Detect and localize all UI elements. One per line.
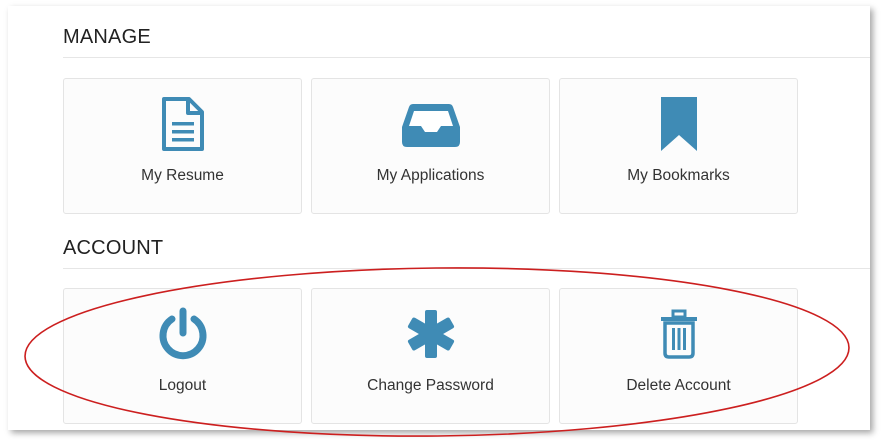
logout-tile[interactable]: Logout	[63, 288, 302, 424]
account-section-divider	[63, 268, 870, 269]
my-resume-tile[interactable]: My Resume	[63, 78, 302, 214]
account-section-title: ACCOUNT	[63, 237, 164, 259]
account-tiles: Logout Change Password Delete Account	[63, 288, 798, 424]
change-password-tile[interactable]: Change Password	[311, 288, 550, 424]
delete-account-label: Delete Account	[626, 377, 731, 394]
document-icon	[151, 95, 215, 153]
logout-label: Logout	[158, 377, 207, 394]
trash-icon	[647, 305, 711, 363]
my-resume-label: My Resume	[141, 167, 224, 184]
inbox-tray-icon	[399, 95, 463, 153]
power-icon	[151, 305, 215, 363]
my-applications-label: My Applications	[376, 167, 485, 184]
screenshot-frame: MANAGE My Resume My Applications My Book…	[0, 0, 885, 440]
my-bookmarks-label: My Bookmarks	[627, 167, 730, 184]
delete-account-tile[interactable]: Delete Account	[559, 288, 798, 424]
my-bookmarks-tile[interactable]: My Bookmarks	[559, 78, 798, 214]
asterisk-icon	[399, 305, 463, 363]
manage-tiles: My Resume My Applications My Bookmarks	[63, 78, 798, 214]
change-password-label: Change Password	[367, 377, 494, 394]
my-applications-tile[interactable]: My Applications	[311, 78, 550, 214]
manage-section-title: MANAGE	[63, 26, 151, 48]
bookmark-icon	[647, 95, 711, 153]
dashboard-panel: MANAGE My Resume My Applications My Book…	[8, 6, 870, 430]
manage-section-divider	[63, 57, 870, 58]
